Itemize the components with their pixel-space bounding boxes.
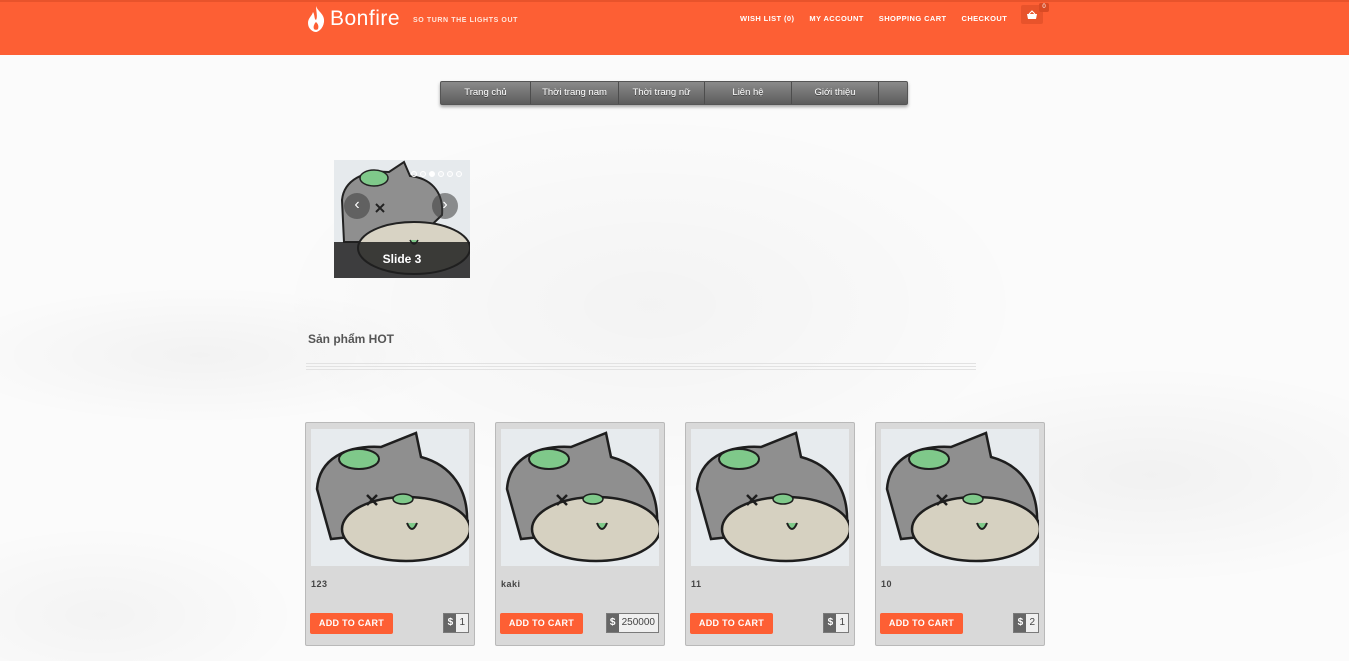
product-name[interactable]: kaki [501,579,521,589]
currency-sign: $ [606,614,619,632]
flame-icon [308,6,325,32]
nav-item-about[interactable]: Giới thiệu [792,82,879,104]
currency-sign: $ [824,614,837,632]
slider-dot-active[interactable] [429,171,435,177]
slider-dot[interactable] [420,171,426,177]
price-value: 2 [1026,614,1038,632]
price-value: 250000 [618,614,658,632]
background-texture [0,55,1349,661]
price-tag: $ 250000 [605,613,659,633]
tagline: SO TURN THE LIGHTS OUT [413,17,518,24]
slider-pagination [411,171,462,177]
slider-dot[interactable] [438,171,444,177]
product-card: 123 ADD TO CART $ 1 [305,422,475,646]
product-image[interactable] [501,429,659,566]
nav-item-men-fashion[interactable]: Thời trang nam [531,82,619,104]
site-logo[interactable]: Bonfire [305,4,400,34]
product-name[interactable]: 123 [311,579,328,589]
price-tag: $ 1 [443,613,469,633]
product-image[interactable] [691,429,849,566]
product-thumbnail [311,429,469,566]
cart-count-badge: 0 [1039,3,1049,12]
add-to-cart-button[interactable]: ADD TO CART [310,613,393,634]
currency-sign: $ [1014,614,1027,632]
price-value: 1 [456,614,468,632]
section-divider [306,363,976,370]
product-thumbnail [501,429,659,566]
price-tag: $ 1 [823,613,849,633]
product-image[interactable] [881,429,1039,566]
product-name[interactable]: 10 [881,579,892,589]
slider-dot[interactable] [447,171,453,177]
nav-item-contact[interactable]: Liên hệ [705,82,792,104]
slider-prev-arrow-icon[interactable]: ‹ [344,193,370,219]
product-image[interactable] [311,429,469,566]
product-thumbnail [691,429,849,566]
add-to-cart-button[interactable]: ADD TO CART [500,613,583,634]
section-title: Sản phẩm HOT [308,332,395,346]
basket-icon [1027,9,1037,19]
wishlist-link[interactable]: WISH LIST (0) [740,14,794,23]
top-links: WISH LIST (0) MY ACCOUNT SHOPPING CART C… [740,14,1007,23]
add-to-cart-button[interactable]: ADD TO CART [880,613,963,634]
price-tag: $ 2 [1013,613,1039,633]
slide-caption: Slide 3 [334,242,470,278]
shopping-cart-link[interactable]: SHOPPING CART [879,14,947,23]
checkout-link[interactable]: CHECKOUT [962,14,1008,23]
currency-sign: $ [444,614,457,632]
product-name[interactable]: 11 [691,579,702,589]
main-nav: Trang chủ Thời trang nam Thời trang nữ L… [440,81,908,105]
image-slider[interactable]: ‹ › Slide 3 [334,160,470,278]
nav-item-home[interactable]: Trang chủ [441,82,531,104]
product-card: 10 ADD TO CART $ 2 [875,422,1045,646]
logo-text: Bonfire [330,7,401,30]
my-account-link[interactable]: MY ACCOUNT [809,14,863,23]
site-header: Bonfire SO TURN THE LIGHTS OUT WISH LIST… [0,0,1349,55]
slider-next-arrow-icon[interactable]: › [432,193,458,219]
add-to-cart-button[interactable]: ADD TO CART [690,613,773,634]
price-value: 1 [836,614,848,632]
slider-dot[interactable] [411,171,417,177]
product-thumbnail [881,429,1039,566]
product-card: 11 ADD TO CART $ 1 [685,422,855,646]
nav-item-women-fashion[interactable]: Thời trang nữ [619,82,705,104]
slider-dot[interactable] [456,171,462,177]
product-card: kaki ADD TO CART $ 250000 [495,422,665,646]
